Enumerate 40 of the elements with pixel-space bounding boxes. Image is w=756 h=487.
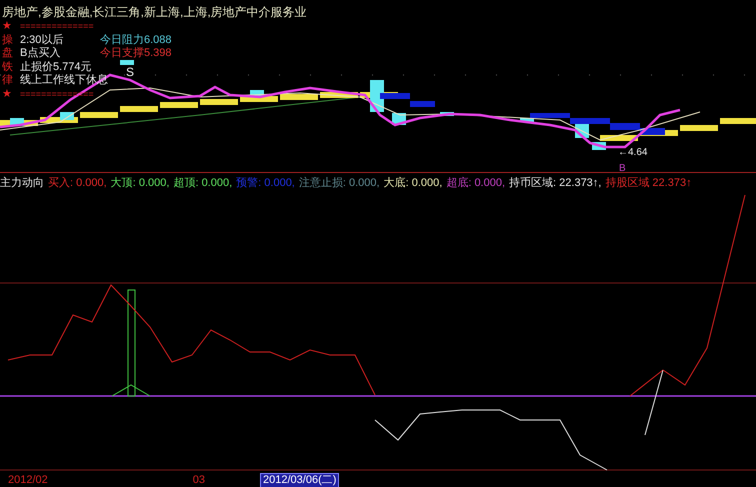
indicator-legend-item: 持币区域: 22.373↑, [509,176,602,190]
indicator-legend-item: 注意止损: 0.000, [298,176,380,190]
note-marker: 操 [2,34,14,47]
candle-body [440,112,454,116]
support-step-bar [120,106,158,112]
note-marker: ★ [2,20,13,34]
separator-text: ============== [20,20,94,34]
indicator-legend-item: 大顶: 0.000, [110,176,170,190]
note-marker: 律 [2,74,14,88]
resistance-step-bar [380,93,410,99]
price-level-text: 今日阻力6.088 [100,34,172,47]
note-marker: 盘 [2,47,14,60]
support-step-bar [160,102,198,108]
support-step-bar [80,112,118,118]
indicator-legend-item: 持股区域 22.373↑ [605,176,692,190]
indicator-legend-item: 买入: 0.000, [48,176,107,190]
indicator-legend-item: 超底: 0.000, [446,176,506,190]
note-text: 2:30以后 [20,34,64,46]
price-level-text: 今日支撑5.398 [100,47,172,60]
note-text: B点买入 [20,47,62,60]
date-axis-label: 2012/03/06(二) [260,473,340,487]
indicator-legend-item: 预警: 0.000, [236,176,295,190]
date-axis-label: 2012/02 [8,474,48,487]
indicator-legend-item: 大底: 0.000, [384,176,442,190]
note-marker: 铁 [2,60,14,74]
sell-signal-mark: S [126,66,134,78]
candle-body [520,118,534,122]
support-step-bar [680,125,718,131]
note-text: 止损价5.774元 [20,60,93,74]
stock-sectors-title: 房地产,参股金融,长江三角,新上海,上海,房地产中介服务业 [2,4,308,20]
support-step-bar [720,118,756,124]
buy-signal-mark: B [619,164,626,174]
date-axis-label: 03 [192,474,206,487]
indicator-legend-item: 超顶: 0.000, [173,176,232,190]
low-price-label: ←4.64 [618,148,648,158]
resistance-step-bar [410,101,435,107]
indicator-name: 主力动向 [0,176,44,190]
support-step-bar [200,99,238,105]
note-marker: ★ [2,88,13,101]
support-step-bar [280,94,318,100]
